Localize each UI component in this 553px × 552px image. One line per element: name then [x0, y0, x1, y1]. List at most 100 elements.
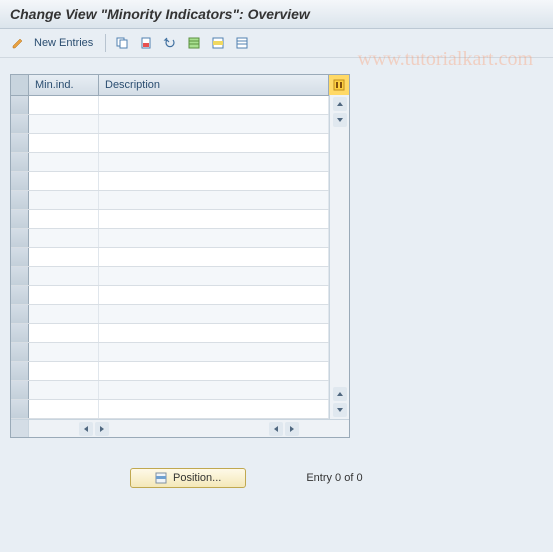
select-all-icon[interactable] — [184, 33, 204, 53]
cell-description[interactable] — [99, 134, 329, 152]
cell-min-ind[interactable] — [29, 343, 99, 361]
new-entries-button[interactable]: New Entries — [34, 37, 93, 49]
cell-min-ind[interactable] — [29, 134, 99, 152]
row-selector[interactable] — [11, 267, 29, 285]
cell-description[interactable] — [99, 191, 329, 209]
select-block-icon[interactable] — [208, 33, 228, 53]
row-selector[interactable] — [11, 210, 29, 228]
delete-icon[interactable] — [136, 33, 156, 53]
table-row — [11, 343, 349, 362]
entry-count-text: Entry 0 of 0 — [306, 472, 362, 484]
cell-description[interactable] — [99, 96, 329, 114]
cell-description[interactable] — [99, 172, 329, 190]
table-row — [11, 400, 349, 419]
row-selector[interactable] — [11, 172, 29, 190]
cell-min-ind[interactable] — [29, 153, 99, 171]
copy-icon[interactable] — [112, 33, 132, 53]
row-selector[interactable] — [11, 134, 29, 152]
table-row — [11, 172, 349, 191]
cell-description[interactable] — [99, 400, 329, 418]
row-selector[interactable] — [11, 305, 29, 323]
table-row — [11, 305, 349, 324]
position-icon — [155, 472, 167, 484]
vertical-scrollbar[interactable] — [329, 95, 349, 419]
cell-min-ind[interactable] — [29, 210, 99, 228]
row-selector[interactable] — [11, 115, 29, 133]
cell-description[interactable] — [99, 248, 329, 266]
table-row — [11, 115, 349, 134]
cell-min-ind[interactable] — [29, 229, 99, 247]
cell-description[interactable] — [99, 115, 329, 133]
cell-min-ind[interactable] — [29, 96, 99, 114]
cell-description[interactable] — [99, 267, 329, 285]
table-row — [11, 153, 349, 172]
deselect-all-icon[interactable] — [232, 33, 252, 53]
cell-description[interactable] — [99, 324, 329, 342]
cell-min-ind[interactable] — [29, 191, 99, 209]
table-row — [11, 324, 349, 343]
table-row — [11, 229, 349, 248]
cell-description[interactable] — [99, 362, 329, 380]
cell-description[interactable] — [99, 343, 329, 361]
separator — [105, 34, 106, 52]
table-row — [11, 362, 349, 381]
page-title: Change View "Minority Indicators": Overv… — [10, 6, 310, 22]
cell-description[interactable] — [99, 286, 329, 304]
row-selector[interactable] — [11, 191, 29, 209]
table-body — [11, 96, 349, 419]
cell-min-ind[interactable] — [29, 362, 99, 380]
cell-min-ind[interactable] — [29, 267, 99, 285]
scroll-down-bottom-icon[interactable] — [333, 403, 347, 417]
row-selector[interactable] — [11, 96, 29, 114]
hscroll-corner — [11, 420, 29, 437]
table-config-icon[interactable] — [329, 75, 349, 95]
column-header-min-ind[interactable]: Min.ind. — [29, 75, 99, 95]
cell-description[interactable] — [99, 305, 329, 323]
scroll-up-bottom-icon[interactable] — [333, 387, 347, 401]
cell-min-ind[interactable] — [29, 286, 99, 304]
position-label: Position... — [173, 472, 221, 484]
row-selector[interactable] — [11, 153, 29, 171]
row-selector[interactable] — [11, 324, 29, 342]
row-selector[interactable] — [11, 229, 29, 247]
cell-description[interactable] — [99, 210, 329, 228]
table-container: Min.ind. Description — [10, 74, 350, 438]
row-selector[interactable] — [11, 381, 29, 399]
scroll-down-icon[interactable] — [333, 113, 347, 127]
row-selector[interactable] — [11, 286, 29, 304]
scroll-left-icon[interactable] — [79, 422, 93, 436]
cell-description[interactable] — [99, 229, 329, 247]
cell-min-ind[interactable] — [29, 248, 99, 266]
cell-min-ind[interactable] — [29, 115, 99, 133]
scroll-up-icon[interactable] — [333, 97, 347, 111]
table-row — [11, 248, 349, 267]
cell-description[interactable] — [99, 153, 329, 171]
table-row — [11, 134, 349, 153]
row-selector[interactable] — [11, 362, 29, 380]
scroll-right-end-icon[interactable] — [285, 422, 299, 436]
cell-min-ind[interactable] — [29, 324, 99, 342]
row-selector[interactable] — [11, 248, 29, 266]
horizontal-scrollbar[interactable] — [11, 419, 349, 437]
header-selector-cell[interactable] — [11, 75, 29, 95]
table-row — [11, 96, 349, 115]
column-header-description[interactable]: Description — [99, 75, 329, 95]
table-row — [11, 267, 349, 286]
cell-min-ind[interactable] — [29, 305, 99, 323]
toolbar: New Entries — [0, 29, 553, 58]
table-row — [11, 210, 349, 229]
content-area: Min.ind. Description — [0, 58, 553, 504]
undo-icon[interactable] — [160, 33, 180, 53]
scroll-left-end-icon[interactable] — [269, 422, 283, 436]
edit-icon[interactable] — [8, 33, 28, 53]
row-selector[interactable] — [11, 343, 29, 361]
cell-min-ind[interactable] — [29, 400, 99, 418]
hscroll-track[interactable] — [29, 422, 349, 436]
cell-min-ind[interactable] — [29, 381, 99, 399]
scroll-right-icon[interactable] — [95, 422, 109, 436]
cell-min-ind[interactable] — [29, 172, 99, 190]
row-selector[interactable] — [11, 400, 29, 418]
table-row — [11, 381, 349, 400]
cell-description[interactable] — [99, 381, 329, 399]
position-button[interactable]: Position... — [130, 468, 246, 488]
